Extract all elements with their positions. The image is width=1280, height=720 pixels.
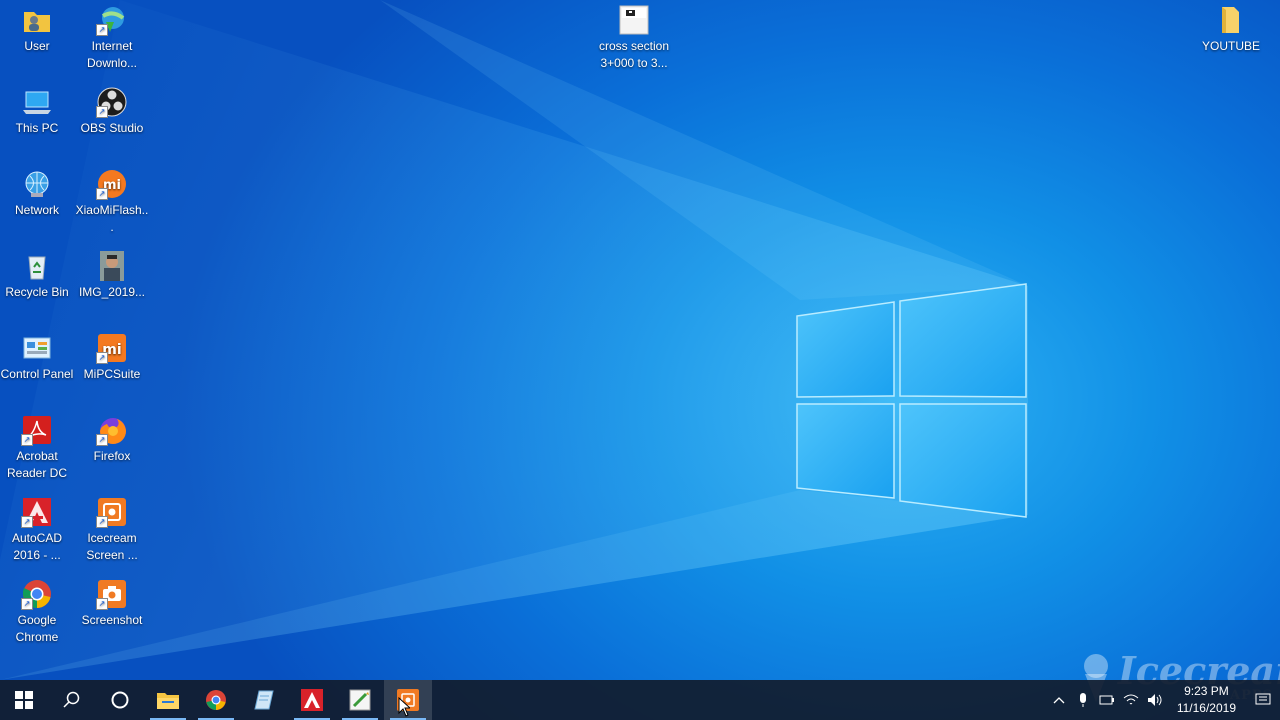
folder-icon bbox=[1215, 4, 1247, 36]
shortcut-arrow-icon: ↗ bbox=[21, 434, 33, 446]
taskbar-chrome[interactable] bbox=[192, 680, 240, 720]
shortcut-arrow-icon: ↗ bbox=[21, 516, 33, 528]
shortcut-arrow-icon: ↗ bbox=[96, 598, 108, 610]
chrome-icon bbox=[206, 690, 226, 710]
tray-network[interactable] bbox=[1119, 680, 1143, 720]
notepad-icon bbox=[254, 690, 274, 710]
desktop-icon-cross-section[interactable]: cross section 3+000 to 3... bbox=[597, 4, 671, 72]
desktop-icon-this-pc[interactable]: This PC bbox=[0, 86, 74, 137]
desktop-icon-internet-download-manager[interactable]: ↗ Internet Downlo... bbox=[75, 4, 149, 72]
windows-logo-icon bbox=[15, 691, 33, 709]
desktop-icon-recycle-bin[interactable]: Recycle Bin bbox=[0, 250, 74, 301]
mi-logo-icon: mi ↗ bbox=[96, 168, 128, 200]
desktop-icon-icecream-screen[interactable]: ↗ Icecream Screen ... bbox=[75, 496, 149, 564]
shortcut-arrow-icon: ↗ bbox=[96, 434, 108, 446]
clock-time: 9:23 PM bbox=[1184, 684, 1229, 698]
wifi-icon bbox=[1123, 694, 1139, 705]
desktop-icon-xiaomiflash[interactable]: mi ↗ XiaoMiFlash... bbox=[75, 168, 149, 236]
desktop-icon-mipcsuite[interactable]: mi ↗ MiPCSuite bbox=[75, 332, 149, 383]
user-folder-icon bbox=[21, 4, 53, 36]
chevron-up-icon bbox=[1053, 697, 1065, 704]
clock-date: 11/16/2019 bbox=[1176, 701, 1236, 715]
taskbar-clock[interactable]: 9:23 PM 11/16/2019 bbox=[1167, 683, 1246, 717]
cortana-button[interactable] bbox=[96, 680, 144, 720]
desktop-icon-firefox[interactable]: ↗ Firefox bbox=[75, 414, 149, 465]
desktop-icon-user[interactable]: User bbox=[0, 4, 74, 55]
desktop-icon-img-2019[interactable]: IMG_2019... bbox=[75, 250, 149, 301]
tray-volume[interactable] bbox=[1143, 680, 1167, 720]
shortcut-arrow-icon: ↗ bbox=[96, 24, 108, 36]
desktop-icon-obs-studio[interactable]: ↗ OBS Studio bbox=[75, 86, 149, 137]
desktop-icon-google-chrome[interactable]: ↗ Google Chrome bbox=[0, 578, 74, 646]
photo-thumbnail-icon bbox=[96, 250, 128, 282]
show-hidden-icons-button[interactable] bbox=[1047, 680, 1071, 720]
search-icon bbox=[63, 691, 80, 708]
acrobat-icon: ↗ bbox=[21, 414, 53, 446]
recycle-bin-icon bbox=[21, 250, 53, 282]
taskbar-editor[interactable] bbox=[336, 680, 384, 720]
autocad-icon bbox=[301, 689, 323, 711]
cortana-circle-icon bbox=[111, 691, 129, 709]
autocad-icon: ↗ bbox=[21, 496, 53, 528]
desktop-icon-network[interactable]: Network bbox=[0, 168, 74, 219]
folder-icon bbox=[157, 693, 179, 709]
chrome-icon: ↗ bbox=[21, 578, 53, 610]
computer-icon bbox=[21, 86, 53, 118]
document-file-icon bbox=[618, 4, 650, 36]
shortcut-arrow-icon: ↗ bbox=[96, 188, 108, 200]
wallpaper-light bbox=[0, 0, 1028, 680]
firefox-icon: ↗ bbox=[96, 414, 128, 446]
taskbar-autocad[interactable] bbox=[288, 680, 336, 720]
screenshot-camera-icon: ↗ bbox=[96, 578, 128, 610]
speaker-icon bbox=[1147, 694, 1162, 706]
editor-icon bbox=[349, 689, 371, 711]
desktop-icon-youtube-folder[interactable]: YOUTUBE bbox=[1194, 4, 1268, 55]
desktop-icon-autocad[interactable]: ↗ AutoCAD 2016 - ... bbox=[0, 496, 74, 564]
shortcut-arrow-icon: ↗ bbox=[21, 598, 33, 610]
tray-microphone[interactable] bbox=[1071, 680, 1095, 720]
taskbar-file-explorer[interactable] bbox=[144, 680, 192, 720]
shortcut-arrow-icon: ↗ bbox=[96, 352, 108, 364]
mouse-cursor-icon bbox=[398, 697, 410, 717]
desktop-icon-acrobat[interactable]: ↗ Acrobat Reader DC bbox=[0, 414, 74, 482]
icecream-recorder-icon: ↗ bbox=[96, 496, 128, 528]
idm-globe-icon: ↗ bbox=[96, 4, 128, 36]
desktop-icon-screenshot[interactable]: ↗ Screenshot bbox=[75, 578, 149, 629]
system-tray: 9:23 PM 11/16/2019 bbox=[1047, 680, 1280, 720]
action-center-button[interactable] bbox=[1246, 680, 1280, 720]
shortcut-arrow-icon: ↗ bbox=[96, 516, 108, 528]
microphone-icon bbox=[1079, 693, 1086, 707]
desktop-icon-control-panel[interactable]: Control Panel bbox=[0, 332, 74, 383]
network-globe-icon bbox=[21, 168, 53, 200]
tray-battery[interactable] bbox=[1095, 680, 1119, 720]
search-button[interactable] bbox=[48, 680, 96, 720]
taskbar-notepad[interactable] bbox=[240, 680, 288, 720]
windows-wallpaper-logo bbox=[796, 283, 1027, 518]
battery-icon bbox=[1099, 695, 1114, 705]
shortcut-arrow-icon: ↗ bbox=[96, 106, 108, 118]
taskbar: 9:23 PM 11/16/2019 bbox=[0, 680, 1280, 720]
control-panel-icon bbox=[21, 332, 53, 364]
notification-icon bbox=[1255, 693, 1271, 705]
start-button[interactable] bbox=[0, 680, 48, 720]
obs-icon: ↗ bbox=[96, 86, 128, 118]
mi-square-icon: mi ↗ bbox=[96, 332, 128, 364]
